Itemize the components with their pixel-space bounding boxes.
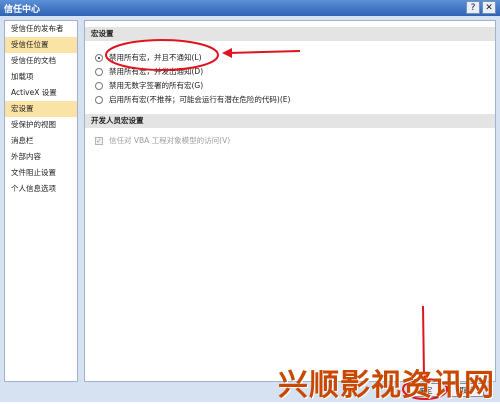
arrow-line-option xyxy=(227,50,301,54)
watermark: 兴顺影视资讯网 xyxy=(278,368,495,403)
arrow-head-icon xyxy=(222,48,232,58)
highlight-circle-option xyxy=(105,39,219,71)
annotation-layer xyxy=(105,39,448,400)
